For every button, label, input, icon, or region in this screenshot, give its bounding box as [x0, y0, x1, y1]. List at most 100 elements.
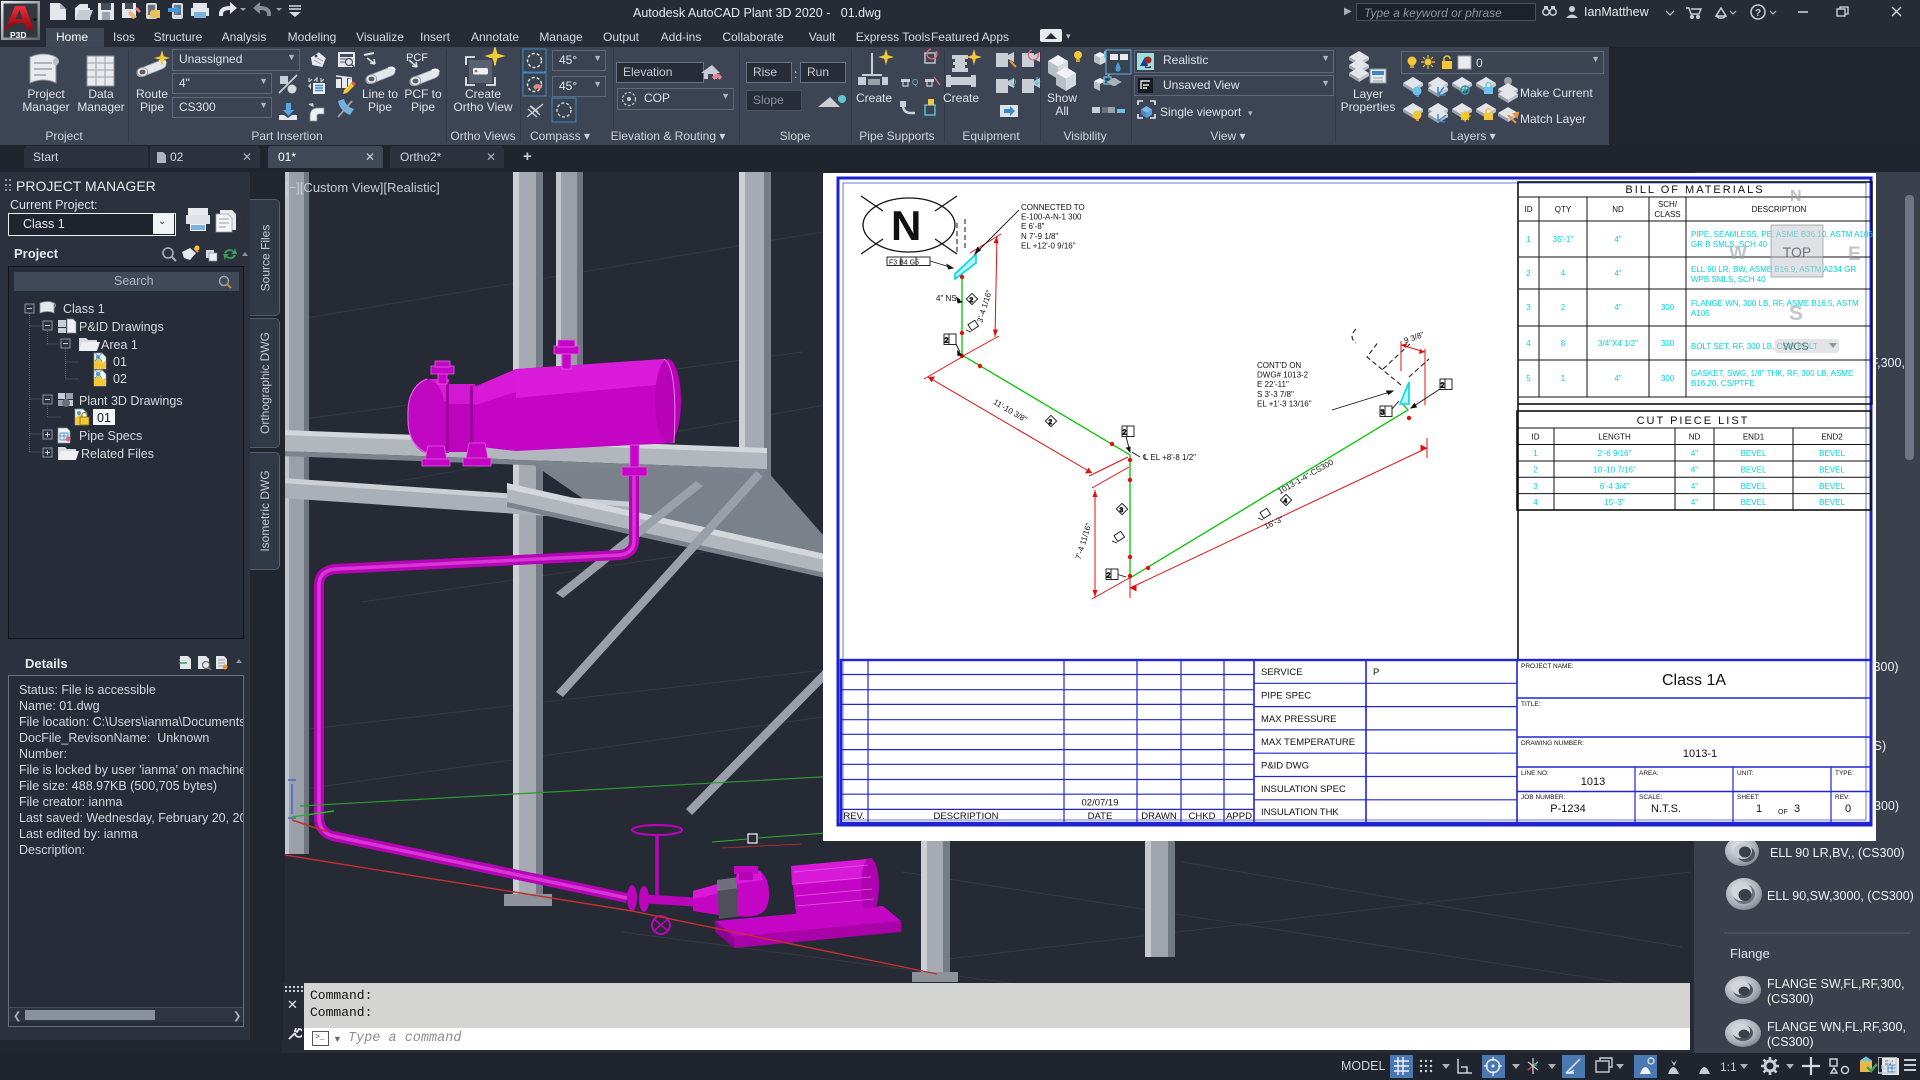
svg-text:02/07/19: 02/07/19 [1082, 798, 1119, 809]
svg-text:ND: ND [1689, 433, 1701, 442]
svg-text:2: 2 [945, 338, 949, 345]
svg-text:3: 3 [1120, 507, 1124, 514]
svg-text:BEVEL: BEVEL [1819, 482, 1845, 491]
svg-text:4": 4" [1691, 498, 1698, 507]
svg-text:S 3'-3 7/8": S 3'-3 7/8" [1257, 390, 1294, 399]
svg-text:REV.: REV. [843, 811, 864, 822]
svg-text:OF: OF [1778, 809, 1788, 816]
svg-text:2: 2 [970, 297, 974, 304]
svg-text:PROJECT NAME:: PROJECT NAME: [1521, 663, 1574, 670]
svg-text:2'-6 9/16": 2'-6 9/16" [1598, 449, 1632, 458]
svg-text:E 22'-11": E 22'-11" [1257, 380, 1289, 389]
svg-text:LENGTH: LENGTH [1598, 433, 1631, 442]
svg-text:TOP: TOP [1783, 244, 1812, 260]
svg-text:Q: Q [1010, 78, 1016, 87]
svg-text:W: W [1729, 243, 1747, 264]
svg-text:7'-4 11/16": 7'-4 11/16" [1074, 522, 1094, 561]
svg-text:SHEET:: SHEET: [1737, 794, 1760, 801]
svg-text:ID: ID [1525, 205, 1533, 214]
svg-text:P-1234: P-1234 [1550, 803, 1585, 815]
svg-text:FLANGE WN,FL,RF,300,: FLANGE WN,FL,RF,300, [1767, 1020, 1906, 1034]
svg-text:Class 1: Class 1 [63, 302, 105, 316]
svg-text:3: 3 [1381, 410, 1385, 417]
svg-text:CUT PIECE LIST: CUT PIECE LIST [1637, 415, 1750, 427]
svg-text:SERVICE: SERVICE [1261, 667, 1303, 678]
svg-text:EL +12'-0 9/16": EL +12'-0 9/16" [1021, 241, 1076, 250]
svg-text:WCS: WCS [1783, 341, 1809, 353]
svg-text:DRAWN: DRAWN [1141, 811, 1177, 822]
svg-text:UNIT:: UNIT: [1737, 770, 1753, 777]
svg-text:DRAWING NUMBER:: DRAWING NUMBER: [1521, 740, 1584, 747]
svg-text:BEVEL: BEVEL [1741, 498, 1767, 507]
svg-text:CONNECTED TO: CONNECTED TO [1021, 203, 1085, 212]
svg-text:01: 01 [113, 355, 127, 369]
svg-text:(CS300): (CS300) [1767, 992, 1814, 1006]
svg-text:AREA:: AREA: [1639, 770, 1659, 777]
svg-text:4: 4 [1561, 269, 1566, 278]
svg-text:DESCRIPTION: DESCRIPTION [934, 811, 999, 822]
svg-text:4": 4" [1614, 303, 1621, 312]
svg-text:DESCRIPTION: DESCRIPTION [1752, 205, 1807, 214]
svg-text:15'-3": 15'-3" [1604, 498, 1625, 507]
svg-text:4": 4" [1614, 269, 1621, 278]
svg-text:MAX TEMPERATURE: MAX TEMPERATURE [1261, 737, 1355, 748]
svg-text:2: 2 [1441, 383, 1445, 390]
svg-text:TYPE:: TYPE: [1835, 770, 1854, 777]
svg-text:1: 1 [1756, 803, 1762, 815]
svg-text:02: 02 [113, 372, 127, 386]
svg-text:4": 4" [1691, 466, 1698, 475]
svg-text:4": 4" [1614, 235, 1621, 244]
svg-text:4": 4" [1614, 374, 1621, 383]
svg-text:SCH/: SCH/ [1658, 200, 1678, 209]
svg-text:2: 2 [1123, 430, 1127, 437]
svg-text:Plant 3D Drawings: Plant 3D Drawings [79, 394, 183, 408]
svg-text:BEVEL: BEVEL [1819, 498, 1845, 507]
svg-text:BEVEL: BEVEL [1819, 466, 1845, 475]
svg-text:2: 2 [1561, 303, 1566, 312]
svg-text:BEVEL: BEVEL [1741, 449, 1767, 458]
svg-text:35'-1": 35'-1" [1553, 235, 1574, 244]
svg-text:4": 4" [1691, 482, 1698, 491]
svg-text:CLASS: CLASS [1654, 210, 1680, 219]
svg-text:BEVEL: BEVEL [1741, 482, 1767, 491]
svg-text:INSULATION THK: INSULATION THK [1261, 807, 1339, 818]
svg-text:GASKET, SWG, 1/8" THK, RF, 300: GASKET, SWG, 1/8" THK, RF, 300 LB, ASME [1691, 369, 1853, 378]
svg-text:ND: ND [1612, 205, 1624, 214]
svg-text:REV:: REV: [1835, 794, 1850, 801]
svg-text:1013-1-4"-CS300: 1013-1-4"-CS300 [1277, 457, 1336, 496]
svg-text:1: 1 [1561, 374, 1566, 383]
svg-text:4: 4 [1526, 339, 1531, 348]
svg-text:1013-1: 1013-1 [1683, 748, 1717, 760]
svg-text:BEVEL: BEVEL [1819, 449, 1845, 458]
svg-text:N: N [1790, 188, 1802, 205]
svg-text:PCF: PCF [406, 52, 428, 64]
svg-text:LINE NO:: LINE NO: [1521, 770, 1549, 777]
svg-text:P: P [1373, 667, 1379, 678]
svg-text:(CS300): (CS300) [1767, 1035, 1814, 1049]
svg-text:WPB SMLS, SCH 40: WPB SMLS, SCH 40 [1691, 275, 1766, 284]
svg-text:4: 4 [1533, 498, 1538, 507]
svg-text:3: 3 [1533, 482, 1538, 491]
svg-text:PIPE SPEC: PIPE SPEC [1261, 691, 1311, 702]
svg-text:9 3/8": 9 3/8" [1403, 330, 1426, 346]
svg-text:ID: ID [1532, 433, 1540, 442]
svg-text:4": 4" [1691, 449, 1698, 458]
svg-text:8: 8 [1561, 339, 1566, 348]
svg-text:4" NS: 4" NS [936, 294, 957, 303]
svg-text:Q: Q [912, 78, 918, 87]
svg-text:3: 3 [1526, 303, 1531, 312]
svg-text:Area 1: Area 1 [101, 338, 138, 352]
svg-text:END2: END2 [1821, 433, 1843, 442]
svg-text:3/4"X4 1/2": 3/4"X4 1/2" [1598, 339, 1638, 348]
svg-text:END1: END1 [1743, 433, 1765, 442]
svg-text:01: 01 [97, 411, 111, 425]
svg-text:IanMatthew: IanMatthew [1584, 5, 1650, 19]
svg-text:Class 1A: Class 1A [1662, 672, 1726, 689]
svg-text:2: 2 [1533, 466, 1538, 475]
svg-text:1: 1 [1526, 235, 1531, 244]
svg-text:ELL 90 LR,BV,, (CS300): ELL 90 LR,BV,, (CS300) [1770, 846, 1905, 860]
svg-text:CHKD: CHKD [1189, 811, 1216, 822]
svg-text:2: 2 [1049, 419, 1053, 426]
svg-text:DWG# 1013-2: DWG# 1013-2 [1257, 371, 1309, 380]
svg-text:E: E [1848, 244, 1861, 265]
